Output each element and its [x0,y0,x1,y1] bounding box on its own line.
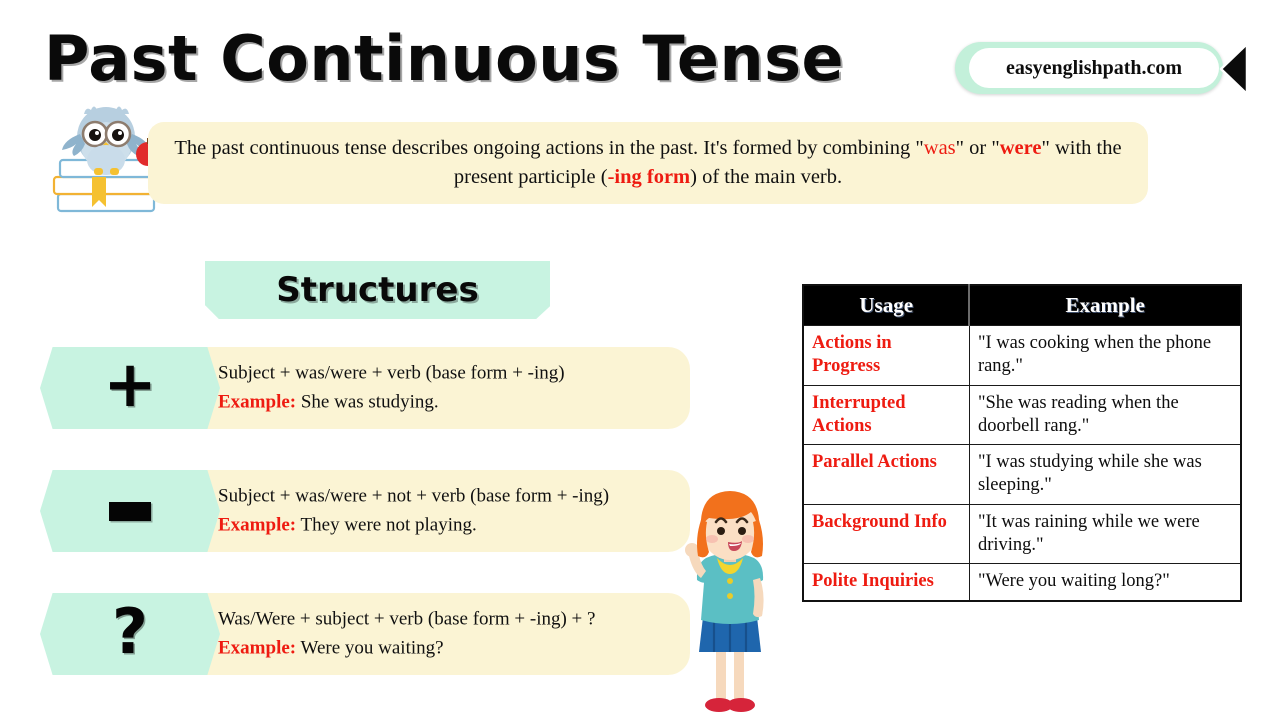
cell-example: "Were you waiting long?" [968,563,1242,602]
chevron-left-icon [1219,42,1249,96]
structures-label: Structures [276,270,479,310]
table-row: Background Info "It was raining while we… [802,503,1242,565]
cell-example: "I was cooking when the phone rang." [968,325,1242,386]
structure-symbol-badge-minus [40,470,220,552]
cell-example: "She was reading when the doorbell rang.… [968,384,1242,446]
brand-url-text: easyenglishpath.com [1005,56,1183,79]
structure-row-negative: Subject + was/were + not + verb (base fo… [40,470,690,552]
structure-formula: Subject + was/were + not + verb (base fo… [218,485,610,507]
example-label: Example: [218,514,297,535]
intro-text: The past continuous tense describes ongo… [148,134,1148,192]
intro-was: was [923,136,956,159]
structure-row-text: Subject + was/were + not + verb (base fo… [218,483,718,540]
structure-row-interrogative: ? Was/Were + subject + verb (base form +… [40,593,690,675]
table-row: Interrupted Actions "She was reading whe… [802,384,1242,446]
question-mark-icon: ? [112,595,148,668]
structure-formula: Subject + was/were + verb (base form + -… [218,362,565,384]
girl-pointing-icon [685,491,764,712]
intro-part1: The past continuous tense describes ongo… [174,136,924,159]
structure-symbol-badge-plus: + [40,347,220,429]
minus-icon [109,501,151,521]
cell-usage: Background Info [802,503,970,565]
cell-usage: Interrupted Actions [802,384,970,446]
brand-badge[interactable]: easyenglishpath.com [955,42,1249,96]
structure-formula: Was/Were + subject + verb (base form + -… [218,608,596,630]
structure-symbol-badge-question: ? [40,593,220,675]
table-row: Polite Inquiries "Were you waiting long?… [802,563,1242,602]
example-label: Example: [218,637,297,658]
structure-row-text: Was/Were + subject + verb (base form + -… [218,606,718,663]
cell-usage: Actions in Progress [802,325,970,386]
example-sentence: They were not playing. [300,514,477,535]
plus-icon: + [103,348,157,422]
intro-were: were [999,136,1042,159]
structure-row-text: Subject + was/were + verb (base form + -… [218,360,718,417]
intro-ing: -ing form [607,166,691,188]
column-header-usage: Usage [803,285,971,326]
table-row: Actions in Progress "I was cooking when … [802,325,1242,386]
table-row: Parallel Actions "I was studying while s… [802,444,1242,505]
cell-usage: Parallel Actions [802,444,970,505]
intro-box: The past continuous tense describes ongo… [148,122,1148,204]
example-sentence: Were you waiting? [300,637,444,658]
example-sentence: She was studying. [300,391,439,412]
intro-part2: " or " [955,136,1000,159]
example-label: Example: [218,391,297,412]
usage-examples-table: Usage Example Actions in Progress "I was… [802,284,1242,602]
column-header-example: Example [969,285,1241,326]
cell-example: "It was raining while we were driving." [968,503,1242,565]
page-title: Past Continuous Tense [44,22,845,95]
table-header-row: Usage Example [803,285,1241,326]
structures-banner: Structures [205,261,550,319]
structure-row-affirmative: + Subject + was/were + verb (base form +… [40,347,690,429]
cell-example: "I was studying while she was sleeping." [968,444,1242,505]
intro-part4: ) of the main verb. [690,166,843,188]
brand-badge-inner: easyenglishpath.com [969,48,1219,88]
cell-usage: Polite Inquiries [802,563,970,602]
